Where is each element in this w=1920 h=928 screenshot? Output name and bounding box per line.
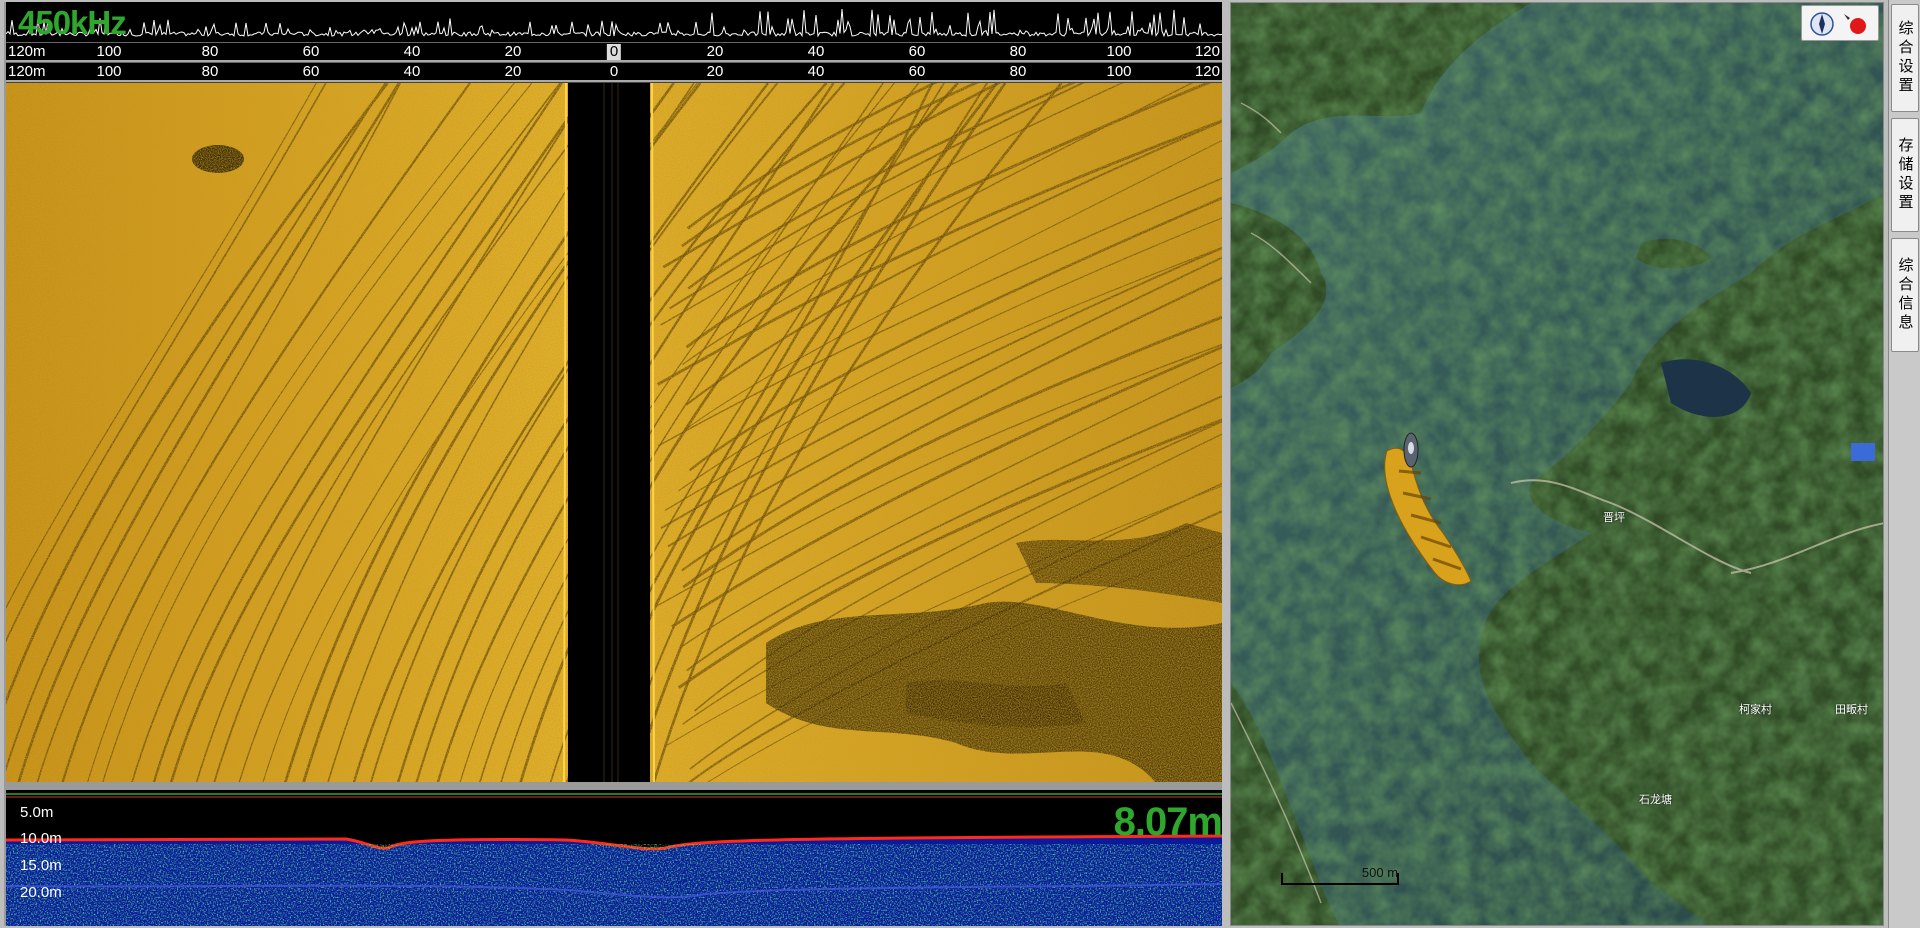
range-tick-label: 40: [403, 43, 421, 60]
range-tick-label: 40: [807, 63, 825, 80]
side-tab-bar: 综合设置 存储设置 综合信息: [1888, 0, 1920, 928]
boat-icon: [1403, 432, 1419, 468]
tab-label: 综合设置: [1896, 20, 1914, 96]
place-label: 晋坪: [1603, 512, 1625, 524]
depth-sounder-panel: 5.0m 10.0m 15.0m 20.0m 8.07m: [6, 790, 1222, 926]
range-tick-label: 0: [606, 44, 622, 60]
range-tick-label: 120: [1194, 43, 1220, 60]
range-tick-label: 120: [1194, 63, 1220, 80]
place-label: 石龙塘: [1639, 794, 1672, 806]
range-tick-label: 80: [1009, 43, 1027, 60]
tab-label: 综合信息: [1896, 257, 1914, 333]
range-tick-label: 120m: [8, 43, 46, 60]
map-scale-bar: 500 m: [1281, 865, 1399, 885]
range-ruler-bottom: 120m 100 80 60 40 20 0 20 40 60 80 100 120: [6, 62, 1222, 82]
water-column: [568, 83, 650, 782]
depth-scale-label: 15.0m: [20, 857, 62, 874]
depth-scale-label: 20.0m: [20, 884, 62, 901]
range-tick-label: 80: [201, 43, 219, 60]
place-label: 田畈村: [1835, 704, 1868, 716]
range-tick-label: 100: [96, 43, 122, 60]
tab-storage-settings[interactable]: 存储设置: [1891, 118, 1919, 232]
range-tick-label: 100: [1106, 43, 1132, 60]
range-tick-label: 20: [706, 63, 724, 80]
app-window: 450kHz 120m 100 80 60 40 20 0 20 40 60 80 100 120 12…: [0, 0, 1920, 928]
range-tick-label: 0: [609, 63, 619, 80]
range-tick-label: 60: [908, 43, 926, 60]
range-tick-label: 100: [1106, 63, 1132, 80]
frequency-label: 450kHz: [18, 4, 127, 41]
scale-label: 500 m: [1361, 865, 1399, 880]
range-ruler-top: 120m 100 80 60 40 20 0 20 40 60 80 100 120: [6, 42, 1222, 62]
depth-readout: 8.07m: [1113, 800, 1222, 844]
sonar-panel: 450kHz 120m 100 80 60 40 20 0 20 40 60 80 100 120 12…: [4, 2, 1222, 926]
compass-icon[interactable]: [1810, 12, 1834, 36]
tab-general-info[interactable]: 综合信息: [1891, 238, 1919, 352]
satellite-map[interactable]: 晋坪 柯家村 田畈村 石龙塘 500 m: [1230, 2, 1884, 926]
range-tick-label: 60: [302, 63, 320, 80]
place-label: 柯家村: [1739, 704, 1772, 716]
range-tick-label: 20: [706, 43, 724, 60]
range-tick-label: 20: [504, 43, 522, 60]
range-tick-label: 60: [908, 63, 926, 80]
blue-roof-building: [1851, 443, 1875, 461]
range-tick-label: 40: [807, 43, 825, 60]
side-scan-waterfall[interactable]: [6, 82, 1222, 782]
echo-intensity-strip: 450kHz: [6, 2, 1222, 42]
echo-intensity-trace: [6, 8, 1222, 38]
depth-scale-label: 10.0m: [20, 830, 62, 847]
range-tick-label: 40: [403, 63, 421, 80]
range-tick-label: 120m: [8, 63, 46, 80]
range-tick-label: 20: [504, 63, 522, 80]
range-tick-label: 80: [201, 63, 219, 80]
depth-scale-label: 5.0m: [20, 804, 54, 821]
range-tick-label: 80: [1009, 63, 1027, 80]
tab-label: 存储设置: [1896, 137, 1914, 213]
range-tick-label: 100: [96, 63, 122, 80]
gps-record-icon[interactable]: [1844, 14, 1866, 34]
map-toolbar: [1801, 5, 1879, 41]
range-tick-label: 60: [302, 43, 320, 60]
tab-general-settings[interactable]: 综合设置: [1891, 4, 1919, 112]
